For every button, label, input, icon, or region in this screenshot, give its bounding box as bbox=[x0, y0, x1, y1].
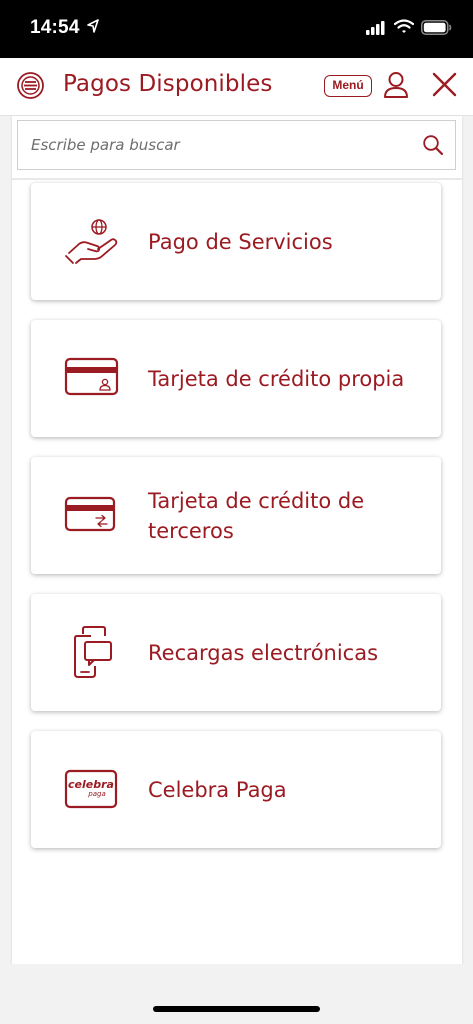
phone-recharge-icon bbox=[74, 626, 112, 678]
payment-option-label: Tarjeta de crédito de terceros bbox=[148, 488, 365, 543]
payment-option-recargas[interactable]: Recargas electrónicas bbox=[31, 594, 441, 711]
bottom-safe-area bbox=[0, 964, 473, 1024]
battery-icon bbox=[421, 20, 452, 35]
payment-option-tarjeta-terceros[interactable]: Tarjeta de crédito de terceros bbox=[31, 457, 441, 574]
wifi-icon bbox=[394, 19, 414, 33]
payment-option-servicios[interactable]: Pago de Servicios bbox=[31, 183, 441, 300]
payment-option-celebra-paga[interactable]: celebra paga Celebra Paga bbox=[31, 731, 441, 848]
page-title: Pagos Disponibles bbox=[63, 71, 273, 97]
location-arrow-icon bbox=[87, 19, 99, 33]
search-icon[interactable] bbox=[422, 134, 444, 156]
menu-button[interactable]: Menú bbox=[324, 75, 372, 97]
search-box bbox=[17, 120, 456, 170]
status-time: 14:54 bbox=[30, 17, 80, 38]
search-input[interactable] bbox=[31, 121, 411, 168]
payment-option-label: Recargas electrónicas bbox=[148, 640, 379, 665]
hand-globe-icon bbox=[65, 219, 118, 264]
home-indicator[interactable] bbox=[153, 1006, 320, 1012]
divider bbox=[12, 178, 462, 180]
payment-option-label: Celebra Paga bbox=[148, 777, 287, 802]
payment-option-label: Tarjeta de crédito propia bbox=[148, 366, 405, 391]
status-bar: 14:54 bbox=[0, 0, 473, 58]
cellular-signal-icon bbox=[366, 21, 385, 35]
payment-option-tarjeta-propia[interactable]: Tarjeta de crédito propia bbox=[31, 320, 441, 437]
payment-option-label: Pago de Servicios bbox=[148, 229, 333, 254]
user-profile-icon[interactable] bbox=[382, 70, 410, 100]
celebra-paga-logo: celebra paga bbox=[64, 769, 118, 809]
credit-card-user-icon bbox=[64, 357, 119, 396]
app-header: Pagos Disponibles Menú bbox=[0, 58, 473, 116]
bank-logo-icon[interactable] bbox=[16, 71, 45, 100]
payments-panel: Pago de Servicios Tarjeta de crédito pro… bbox=[12, 116, 462, 964]
credit-card-transfer-icon bbox=[64, 496, 116, 532]
close-icon[interactable] bbox=[432, 72, 457, 97]
logo-text-paga: paga bbox=[87, 790, 105, 798]
